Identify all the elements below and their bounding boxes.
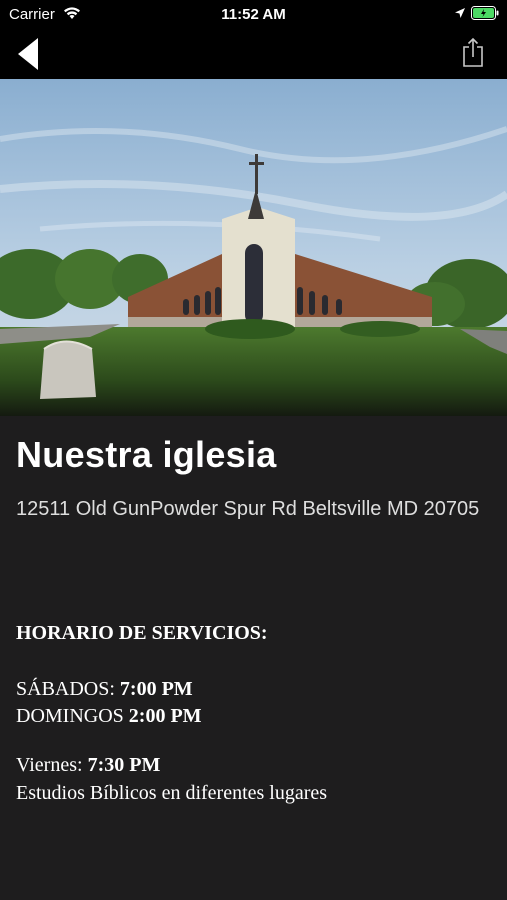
friday-time: 7:30 PM — [87, 754, 161, 776]
saturday-label: SÁBADOS: — [16, 678, 115, 700]
church-address: 12511 Old GunPowder Spur Rd Beltsville M… — [16, 498, 480, 520]
friday-label: Viernes: — [16, 754, 83, 776]
saturday-time: 7:00 PM — [119, 678, 193, 700]
share-icon[interactable] — [460, 36, 486, 68]
navigation-bar — [0, 28, 507, 79]
battery-icon — [471, 6, 499, 20]
friday-service: Viernes: 7:30 PM — [16, 754, 160, 777]
saturday-service: SÁBADOS: 7:00 PM — [16, 678, 193, 701]
church-photo-illustration — [0, 79, 507, 416]
church-photo — [0, 79, 507, 416]
status-bar: Carrier 11:52 AM — [0, 0, 507, 28]
friday-note: Estudios Bíblicos en diferentes lugares — [16, 782, 328, 804]
schedule-heading: HORARIO DE SERVICIOS: — [16, 622, 268, 644]
clock: 11:52 AM — [221, 6, 286, 23]
sunday-time: 2:00 PM — [128, 705, 202, 727]
sunday-label: DOMINGOS — [16, 705, 124, 727]
back-chevron-icon[interactable] — [12, 36, 44, 72]
page-title: Nuestra iglesia — [16, 434, 277, 475]
sunday-service: DOMINGOS 2:00 PM — [16, 705, 202, 728]
location-arrow-icon — [455, 8, 465, 18]
